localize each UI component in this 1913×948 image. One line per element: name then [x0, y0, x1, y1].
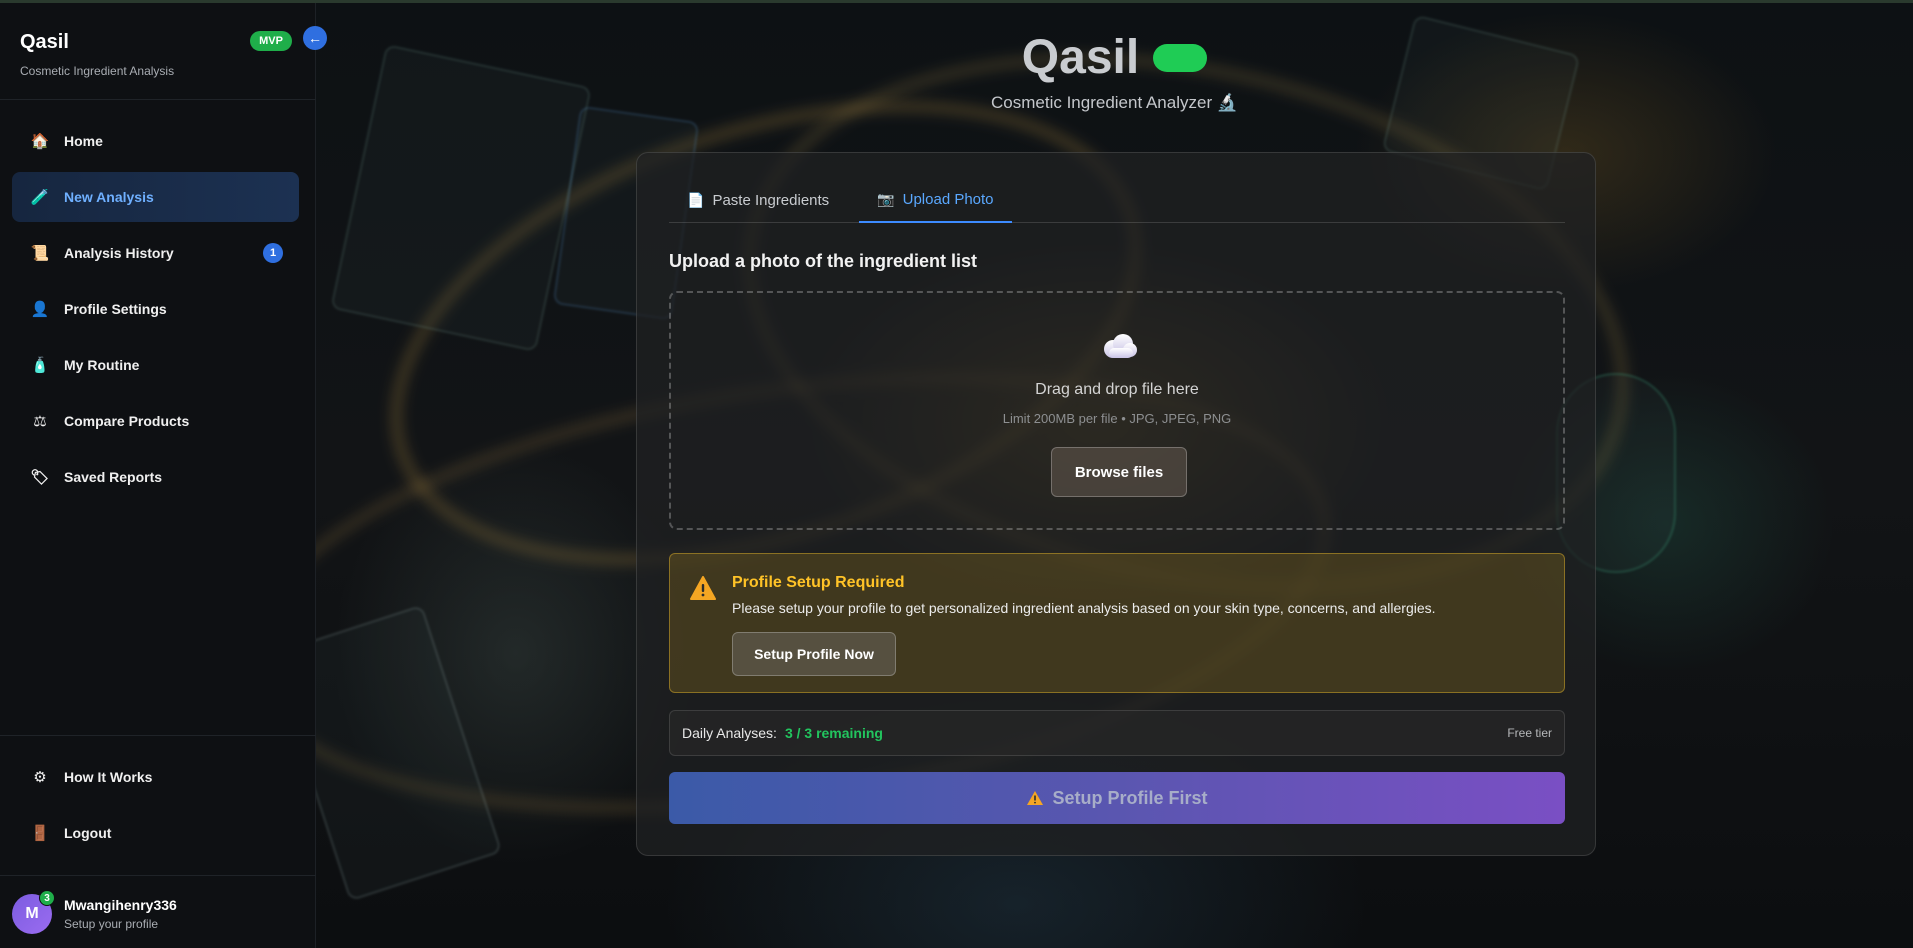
warning-icon [1027, 791, 1044, 805]
sidebar-item-label: Saved Reports [64, 469, 163, 485]
scroll-icon: 📜 [30, 245, 50, 262]
cloud-icon [1104, 334, 1137, 358]
sidebar-item-logout[interactable]: 🚪 Logout [12, 808, 299, 858]
sidebar-item-saved-reports[interactable]: 🏷 Saved Reports [12, 452, 299, 502]
user-subtitle: Setup your profile [64, 917, 159, 931]
history-count-badge: 1 [263, 243, 283, 263]
upload-heading: Upload a photo of the ingredient list [669, 251, 977, 271]
user-name: Mwangihenry336 [64, 897, 177, 913]
house-icon: 🏠 [30, 133, 50, 150]
mvp-badge: MVP [250, 31, 292, 51]
sidebar-item-label: How It Works [64, 769, 153, 785]
sidebar-item-label: My Routine [64, 357, 140, 373]
status-pill [1153, 43, 1208, 72]
daily-quota-bar: Daily Analyses: 3 / 3 remaining Free tie… [669, 710, 1565, 756]
door-icon: 🚪 [30, 825, 50, 842]
quota-label: Daily Analyses: [682, 725, 777, 741]
file-dropzone[interactable]: Drag and drop file here Limit 200MB per … [669, 291, 1565, 530]
sidebar-item-new-analysis[interactable]: 🧪 New Analysis [12, 172, 299, 222]
profile-warning: Profile Setup Required Please setup your… [669, 553, 1565, 693]
notification-badge: 3 [39, 890, 55, 906]
brand-name: Qasil [20, 31, 69, 53]
warning-icon [690, 576, 716, 600]
gear-icon: ⚙ [33, 769, 47, 786]
arrow-left-icon: ← [308, 30, 322, 46]
person-icon: 👤 [30, 301, 50, 318]
dropzone-limit: Limit 200MB per file • JPG, JPEG, PNG [1002, 411, 1232, 426]
test-tube-icon: 🧪 [30, 189, 50, 206]
sidebar-divider [0, 875, 316, 876]
tab-label: Paste Ingredients [712, 191, 830, 209]
sidebar-item-label: Analysis History [64, 245, 174, 261]
scales-icon: ⚖ [33, 413, 47, 430]
sidebar-item-my-routine[interactable]: 🧴 My Routine [12, 340, 299, 390]
sidebar-item-home[interactable]: 🏠 Home [12, 116, 299, 166]
tier-label: Free tier [1507, 726, 1552, 740]
quota-value: 3 / 3 remaining [784, 725, 883, 741]
user-profile[interactable]: M 3 Mwangihenry336 Setup your profile [12, 890, 177, 934]
sidebar-item-label: Home [64, 133, 103, 149]
collapse-sidebar-button[interactable]: ← [303, 26, 327, 50]
camera-icon: 📷 [877, 190, 895, 207]
warning-title: Profile Setup Required [732, 574, 905, 591]
sidebar: Qasil Cosmetic Ingredient Analysis MVP 🏠… [0, 3, 316, 948]
sidebar-item-how-it-works[interactable]: ⚙ How It Works [12, 752, 299, 802]
avatar: M 3 [12, 890, 55, 934]
brand-subtitle: Cosmetic Ingredient Analysis [20, 64, 175, 78]
tab-upload-photo[interactable]: 📷 Upload Photo [859, 177, 1012, 223]
setup-profile-first-button[interactable]: Setup Profile First [669, 772, 1565, 824]
sidebar-item-label: Logout [64, 825, 112, 841]
analysis-panel: 📄 Paste Ingredients 📷 Upload Photo Uploa… [636, 152, 1596, 856]
sidebar-item-profile-settings[interactable]: 👤 Profile Settings [12, 284, 299, 334]
sidebar-item-compare-products[interactable]: ⚖ Compare Products [12, 396, 299, 446]
sidebar-item-label: Profile Settings [64, 301, 167, 317]
avatar-initial: M [25, 905, 39, 922]
sidebar-item-label: New Analysis [64, 189, 154, 205]
sidebar-divider [0, 735, 316, 736]
document-icon: 📄 [687, 191, 705, 208]
brand: Qasil Cosmetic Ingredient Analysis [20, 31, 174, 78]
tab-label: Upload Photo [902, 190, 994, 208]
sidebar-divider [0, 99, 316, 100]
page-header: Qasil Cosmetic Ingredient Analyzer 🔬 [316, 30, 1913, 113]
browse-files-button[interactable]: Browse files [1051, 447, 1187, 497]
cta-label: Setup Profile First [1052, 787, 1208, 808]
sidebar-item-label: Compare Products [64, 413, 190, 429]
page-subtitle: Cosmetic Ingredient Analyzer 🔬 [991, 93, 1238, 112]
tag-icon: 🏷 [30, 469, 50, 486]
dropzone-title: Drag and drop file here [1035, 381, 1199, 398]
page-title: Qasil [1021, 31, 1140, 84]
lotion-bottle-icon: 🧴 [30, 357, 50, 374]
setup-profile-button[interactable]: Setup Profile Now [732, 632, 896, 676]
warning-text: Please setup your profile to get persona… [732, 600, 1436, 616]
input-tabs: 📄 Paste Ingredients 📷 Upload Photo [669, 177, 1565, 223]
tab-paste-ingredients[interactable]: 📄 Paste Ingredients [669, 177, 847, 223]
sidebar-item-analysis-history[interactable]: 📜 Analysis History 1 [12, 228, 299, 278]
